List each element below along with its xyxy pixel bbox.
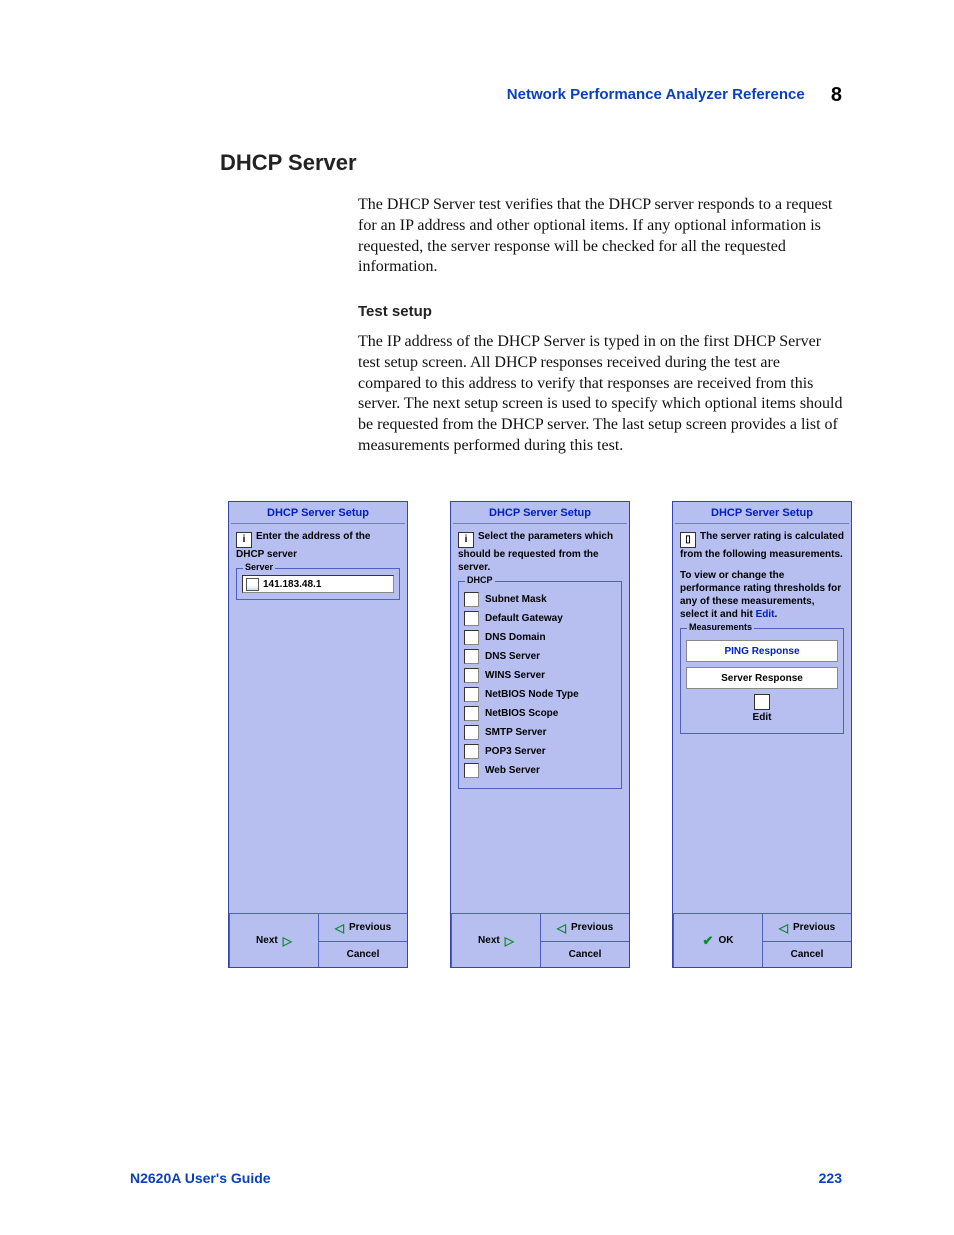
checkbox-icon — [464, 630, 479, 645]
ip-value: 141.183.48.1 — [263, 579, 321, 590]
chapter-number: 8 — [831, 84, 842, 106]
arrow-left-icon: ◁ — [557, 921, 566, 935]
option-subnet-mask[interactable]: Subnet Mask — [464, 592, 616, 607]
previous-button[interactable]: ◁Previous — [540, 913, 629, 941]
intro-paragraph: The DHCP Server test verifies that the D… — [358, 195, 846, 278]
cancel-button[interactable]: Cancel — [318, 941, 407, 967]
arrow-left-icon: ◁ — [779, 921, 788, 935]
panel-measurements: DHCP Server Setup ▯The server rating is … — [672, 501, 852, 968]
checkbox-icon — [464, 649, 479, 664]
edit-label[interactable]: Edit — [686, 712, 838, 723]
checkbox-icon — [464, 592, 479, 607]
option-dns-domain[interactable]: DNS Domain — [464, 630, 616, 645]
measurements-group: Measurements PING Response Server Respon… — [680, 628, 844, 734]
section-heading: DHCP Server — [220, 150, 357, 176]
panel-instruction: iSelect the parameters which should be r… — [458, 530, 622, 574]
document-icon — [246, 578, 259, 591]
previous-button[interactable]: ◁Previous — [318, 913, 407, 941]
arrow-right-icon: ▷ — [505, 934, 514, 948]
check-icon: ✔ — [703, 933, 714, 949]
option-dns-server[interactable]: DNS Server — [464, 649, 616, 664]
group-label: Measurements — [687, 622, 754, 632]
group-label: DHCP — [465, 575, 495, 585]
info-icon: i — [236, 532, 252, 548]
checkbox-icon — [464, 744, 479, 759]
threshold-note: To view or change the performance rating… — [680, 569, 844, 621]
checkbox-icon — [464, 763, 479, 778]
setup-panels: DHCP Server Setup iEnter the address of … — [228, 501, 852, 968]
checkbox-icon — [464, 687, 479, 702]
measurement-ping-response[interactable]: PING Response — [686, 640, 838, 662]
panel-instruction: ▯The server rating is calculated from th… — [680, 530, 844, 561]
panel-title: DHCP Server Setup — [673, 502, 851, 523]
next-button[interactable]: Next▷ — [229, 913, 318, 967]
option-wins-server[interactable]: WINS Server — [464, 668, 616, 683]
running-header: Network Performance Analyzer Reference 8 — [507, 84, 842, 107]
checkbox-icon — [464, 668, 479, 683]
test-setup-paragraph: The IP address of the DHCP Server is typ… — [358, 332, 846, 457]
panel-instruction: iEnter the address of the DHCP server — [236, 530, 400, 561]
panel-title: DHCP Server Setup — [229, 502, 407, 523]
arrow-right-icon: ▷ — [283, 934, 292, 948]
edit-icon[interactable] — [754, 694, 770, 710]
checkbox-icon — [464, 611, 479, 626]
panel-title: DHCP Server Setup — [451, 502, 629, 523]
dhcp-group: DHCP Subnet Mask Default Gateway DNS Dom… — [458, 581, 622, 789]
ip-address-input[interactable]: 141.183.48.1 — [242, 575, 394, 593]
panel-parameters: DHCP Server Setup iSelect the parameters… — [450, 501, 630, 968]
info-icon: i — [458, 532, 474, 548]
checkbox-icon — [464, 725, 479, 740]
previous-button[interactable]: ◁Previous — [762, 913, 851, 941]
rating-icon: ▯ — [680, 532, 696, 548]
cancel-button[interactable]: Cancel — [762, 941, 851, 967]
server-group: Server 141.183.48.1 — [236, 568, 400, 600]
option-web-server[interactable]: Web Server — [464, 763, 616, 778]
footer-guide-title: N2620A User's Guide — [130, 1170, 271, 1186]
arrow-left-icon: ◁ — [335, 921, 344, 935]
panel-address: DHCP Server Setup iEnter the address of … — [228, 501, 408, 968]
option-smtp-server[interactable]: SMTP Server — [464, 725, 616, 740]
page-number: 223 — [819, 1170, 842, 1186]
measurement-server-response[interactable]: Server Response — [686, 667, 838, 689]
option-default-gateway[interactable]: Default Gateway — [464, 611, 616, 626]
option-netbios-scope[interactable]: NetBIOS Scope — [464, 706, 616, 721]
group-label: Server — [243, 562, 275, 572]
cancel-button[interactable]: Cancel — [540, 941, 629, 967]
option-pop3-server[interactable]: POP3 Server — [464, 744, 616, 759]
checkbox-icon — [464, 706, 479, 721]
next-button[interactable]: Next▷ — [451, 913, 540, 967]
ok-button[interactable]: ✔OK — [673, 913, 762, 967]
option-netbios-node-type[interactable]: NetBIOS Node Type — [464, 687, 616, 702]
header-title: Network Performance Analyzer Reference — [507, 86, 805, 103]
test-setup-heading: Test setup — [358, 303, 432, 320]
